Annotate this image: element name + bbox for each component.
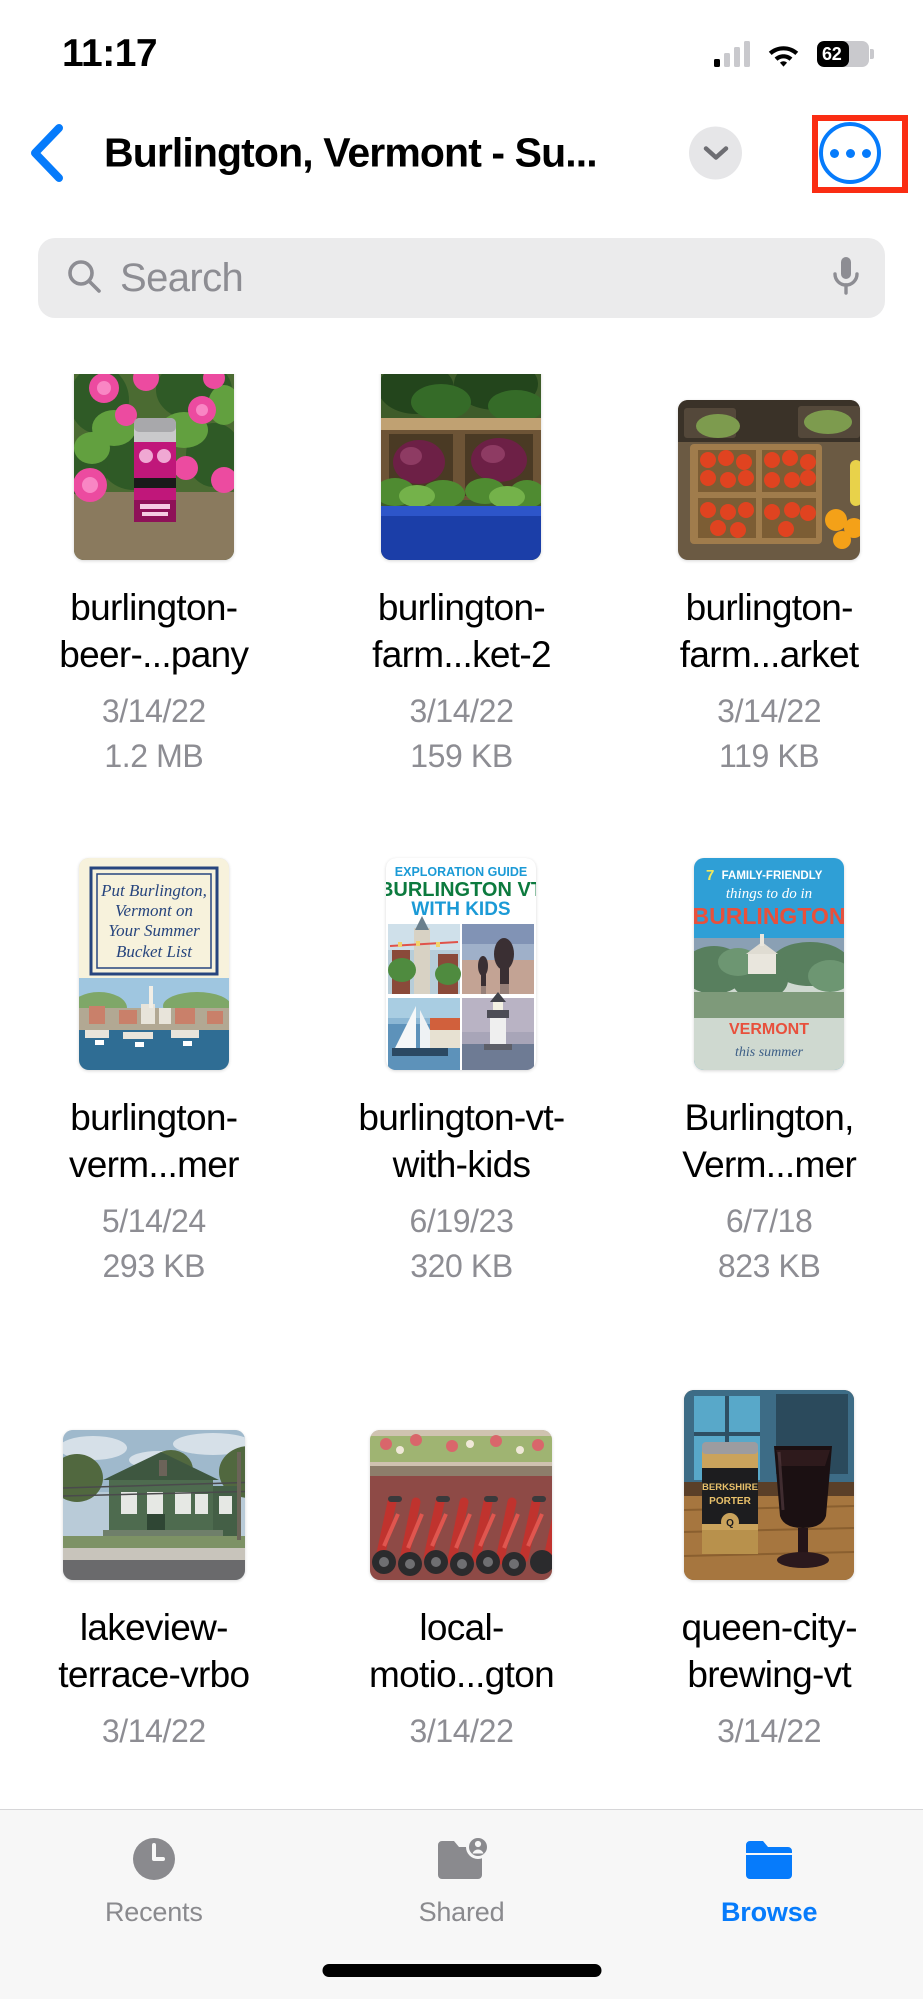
ellipsis-circle-icon [819,122,881,184]
svg-text:Bucket List: Bucket List [116,942,193,961]
tab-shared-label: Shared [418,1897,505,1927]
status-bar: 11:17 62 [0,0,923,92]
file-date: 3/14/22 [717,1713,822,1749]
exploration-guide-kids-pin-thumbnail-image: EXPLORATION GUIDE BURLINGTON VT WITH KID… [386,858,537,1070]
tab-browse[interactable]: Browse [615,1832,923,1928]
svg-text:this summer: this summer [735,1045,804,1060]
file-thumbnail [62,1398,245,1580]
files-app-screen: 11:17 62 Burlington, Vermont - Su... Sea… [0,0,923,1999]
file-name: burlington-farm...arket [679,587,859,675]
shared-folder-icon [435,1832,489,1886]
battery-icon: 62 [817,41,874,67]
cellular-bars-icon [713,41,750,67]
file-thumbnail [678,378,861,560]
back-button[interactable] [14,121,78,185]
file-thumbnail [370,374,552,560]
file-size: 119 KB [719,738,820,774]
file-item[interactable]: burlington-farm...ket-2 3/14/22 159 KB [308,374,616,884]
home-indicator [322,1964,601,1977]
svg-text:BURLINGTON VT: BURLINGTON VT [386,879,536,901]
file-item[interactable]: burlington-farm...arket 3/14/22 119 KB [615,374,923,884]
status-bar-indicators: 62 [713,41,874,67]
file-thumbnail: BERKSHIRE PORTER Q [678,1390,860,1580]
wifi-icon [767,42,800,67]
clock-icon [129,1832,179,1886]
green-house-street-thumbnail-image [62,1430,245,1580]
file-name: Burlington, Verm...mer [682,1097,857,1185]
file-item[interactable]: 7 FAMILY-FRIENDLY things to do in BURLIN… [615,858,923,1394]
file-size: 1.2 MB [104,738,204,774]
search-input[interactable]: Search [120,256,813,301]
file-thumbnail: EXPLORATION GUIDE BURLINGTON VT WITH KID… [370,858,552,1070]
search-bar[interactable]: Search [38,238,885,318]
file-item[interactable]: lakeview-terrace-vrbo 3/14/22 [0,1394,308,1798]
file-item[interactable]: local-motio...gton 3/14/22 [308,1394,616,1798]
farmers-market-tomatoes-thumbnail-image [678,400,861,560]
red-bicycles-rack-thumbnail-image [370,1430,553,1580]
folder-icon [743,1832,795,1886]
beer-can-pink-flowers-thumbnail-image [73,374,234,560]
file-item[interactable]: BERKSHIRE PORTER Q queen-city-brewing-vt… [615,1390,923,1798]
file-name: queen-city-brewing-vt [681,1607,857,1695]
folder-options-chevron-button[interactable] [689,126,742,180]
file-thumbnail [370,1398,553,1580]
file-thumbnail: Put Burlington, Vermont on Your Summer B… [63,858,245,1070]
file-thumbnail: 7 FAMILY-FRIENDLY things to do in BURLIN… [678,858,860,1070]
file-date: 3/14/22 [409,1713,514,1749]
file-name: burlington-verm...mer [68,1097,239,1185]
svg-text:Put Burlington,: Put Burlington, [100,881,207,900]
file-size: 159 KB [410,738,513,774]
file-name: burlington-beer-...pany [59,587,249,675]
search-icon [66,258,102,299]
tab-recents[interactable]: Recents [0,1832,308,1928]
svg-text:VERMONT: VERMONT [729,1021,809,1038]
file-item[interactable]: Put Burlington, Vermont on Your Summer B… [0,858,308,1394]
tab-recents-label: Recents [105,1897,203,1927]
page-title: Burlington, Vermont - Su... [104,129,598,176]
status-bar-time: 11:17 [62,32,158,75]
svg-text:7: 7 [706,867,714,884]
file-name: burlington-farm...ket-2 [372,587,551,675]
file-date: 6/19/23 [409,1203,514,1239]
file-date: 3/14/22 [101,693,206,729]
svg-text:FAMILY-FRIENDLY: FAMILY-FRIENDLY [722,870,823,882]
file-date: 3/14/22 [717,693,822,729]
svg-text:WITH KIDS: WITH KIDS [412,899,511,920]
svg-text:Your Summer: Your Summer [108,921,200,940]
file-name: burlington-vt-with-kids [358,1097,565,1185]
summer-bucket-list-pin-thumbnail-image: Put Burlington, Vermont on Your Summer B… [78,858,229,1070]
file-name: lakeview-terrace-vrbo [58,1607,250,1695]
farmers-market-greens-thumbnail-image [381,374,542,560]
file-date: 3/14/22 [409,693,514,729]
svg-text:BERKSHIRE: BERKSHIRE [702,1482,758,1493]
svg-text:PORTER: PORTER [709,1496,751,1507]
tab-shared[interactable]: Shared [308,1832,616,1928]
file-size: 823 KB [717,1248,821,1284]
file-name: local-motio...gton [369,1607,555,1695]
svg-text:BURLINGTON: BURLINGTON [694,903,844,929]
file-size: 320 KB [410,1248,513,1284]
file-item[interactable]: burlington-beer-...pany 3/14/22 1.2 MB [0,374,308,884]
svg-text:Q: Q [726,1518,734,1529]
file-date: 6/7/18 [725,1203,813,1239]
file-size: 293 KB [102,1248,206,1284]
file-thumbnail [63,374,245,560]
chevron-down-icon [703,145,728,160]
file-date: 5/14/24 [101,1203,206,1239]
svg-text:EXPLORATION GUIDE: EXPLORATION GUIDE [395,865,527,879]
svg-text:Vermont on: Vermont on [115,901,193,920]
more-options-button[interactable] [816,119,884,187]
file-item[interactable]: EXPLORATION GUIDE BURLINGTON VT WITH KID… [308,858,616,1394]
battery-percent-label: 62 [822,43,842,64]
microphone-icon[interactable] [831,255,861,302]
tab-bar: Recents Shared Browse [0,1809,923,1999]
file-grid[interactable]: burlington-beer-...pany 3/14/22 1.2 MB b… [0,374,923,1798]
family-friendly-pin-thumbnail-image: 7 FAMILY-FRIENDLY things to do in BURLIN… [694,858,845,1070]
beer-can-and-glass-thumbnail-image: BERKSHIRE PORTER Q [684,1390,855,1580]
navigation-bar: Burlington, Vermont - Su... [0,92,923,214]
tab-browse-label: Browse [721,1897,818,1927]
file-date: 3/14/22 [101,1713,206,1749]
svg-text:things to do in: things to do in [726,886,812,902]
